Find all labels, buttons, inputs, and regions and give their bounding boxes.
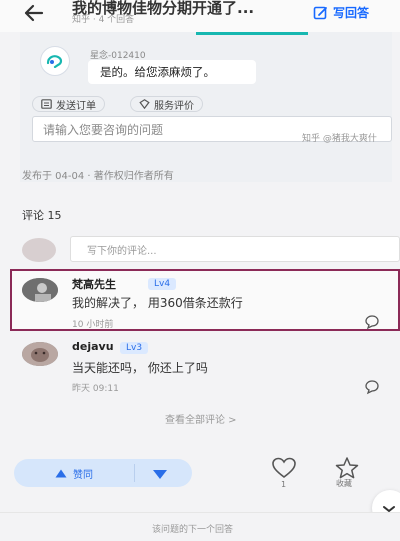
service-rating-button[interactable]: 服务评价	[130, 96, 203, 112]
avatar[interactable]	[22, 278, 58, 302]
level-badge: Lv3	[120, 342, 149, 354]
star-icon[interactable]	[334, 456, 360, 480]
view-all-comments-link[interactable]: 查看全部评论 >	[165, 411, 237, 426]
rating-icon	[139, 99, 150, 109]
service-bot-icon	[46, 55, 63, 68]
vote-divider	[134, 464, 135, 482]
commenter-name[interactable]: dejavu	[72, 340, 114, 353]
send-order-button[interactable]: 发送订单	[32, 96, 105, 112]
next-answer-hint[interactable]: 该问题的下一个回答	[152, 522, 233, 535]
my-avatar	[22, 238, 56, 262]
reply-icon[interactable]	[364, 314, 380, 330]
comment-text: 当天能还吗， 你还上了吗	[72, 361, 208, 375]
watermark: 知乎 @猪我大爽什	[302, 134, 377, 144]
comments-header: 评论 15	[22, 209, 62, 222]
triangle-up-icon	[55, 469, 67, 477]
reply-icon[interactable]	[364, 379, 380, 395]
accent-bar	[196, 32, 308, 35]
level-badge: Lv4	[148, 278, 177, 290]
avatar[interactable]	[22, 342, 58, 366]
comment-input[interactable]: 写下你的评论...	[70, 236, 400, 262]
upvote-label: 赞同	[73, 469, 93, 481]
comment-text: 我的解决了， 用360借条还款行	[72, 296, 243, 310]
back-arrow-icon[interactable]	[20, 0, 50, 26]
order-icon	[41, 99, 52, 109]
comment-time: 10 小时前	[72, 320, 114, 330]
send-order-label: 发送订单	[56, 100, 96, 112]
favorite-label: 收藏	[336, 479, 352, 488]
edit-icon	[313, 6, 327, 19]
bot-avatar	[40, 46, 70, 76]
write-answer-label: 写回答	[333, 6, 370, 20]
heart-icon[interactable]	[271, 456, 297, 480]
write-answer-button[interactable]: 写回答	[313, 4, 369, 21]
commenter-name[interactable]: 梵高先生	[72, 276, 116, 292]
question-subtitle: 知乎 · 4 个回答	[72, 15, 135, 25]
chat-bubble: 是的。给您添麻烦了。	[88, 60, 256, 84]
like-count: 1	[281, 480, 287, 489]
upvote-button[interactable]: 赞同	[14, 459, 134, 487]
publish-info: 发布于 04-04 · 著作权归作者所有	[22, 171, 174, 182]
downvote-button[interactable]	[148, 462, 172, 486]
comment-time: 昨天 09:11	[72, 384, 119, 394]
service-rating-label: 服务评价	[154, 100, 194, 112]
